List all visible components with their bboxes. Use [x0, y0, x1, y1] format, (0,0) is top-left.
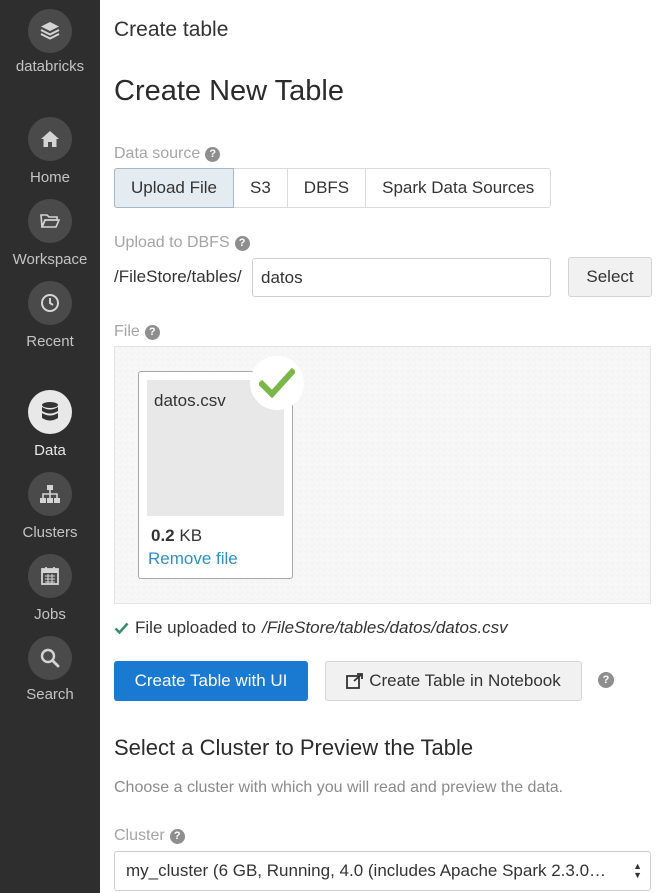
data-source-label-text: Data source: [114, 145, 201, 162]
sidebar-item-search[interactable]: Search: [0, 636, 100, 703]
database-icon: [28, 390, 72, 434]
small-check-icon: [114, 622, 129, 634]
sidebar-item-data[interactable]: Data: [0, 390, 100, 459]
select-button[interactable]: Select: [568, 257, 652, 297]
cluster-section-title: Select a Cluster to Preview the Table: [114, 735, 474, 760]
sidebar-item-home[interactable]: Home: [0, 117, 100, 186]
external-link-icon: [346, 673, 364, 689]
cluster-label: Cluster ?: [114, 827, 185, 845]
brand-label: databricks: [15, 58, 85, 75]
help-icon[interactable]: ?: [598, 672, 614, 688]
calendar-icon: [28, 554, 72, 598]
upload-success-badge: [250, 356, 304, 410]
main-content: Create table Create New Table Data sourc…: [100, 0, 670, 893]
sidebar-item-workspace[interactable]: Workspace: [0, 199, 100, 268]
sidebar-item-label: Search: [26, 686, 74, 703]
sidebar-item-label: Jobs: [34, 606, 66, 623]
sidebar: databricks Home Workspace Recent Data Cl…: [0, 0, 100, 893]
select-arrows-icon: ▲ ▼: [633, 861, 642, 880]
file-name: datos.csv: [154, 391, 226, 410]
sidebar-item-clusters[interactable]: Clusters: [0, 472, 100, 541]
file-size-unit: KB: [179, 526, 203, 545]
help-icon[interactable]: ?: [169, 828, 185, 844]
upload-dbfs-label: Upload to DBFS ?: [114, 234, 250, 252]
cluster-select-value: my_cluster (6 GB, Running, 4.0 (includes…: [126, 861, 607, 880]
folder-icon: [28, 199, 72, 243]
data-source-label: Data source ?: [114, 145, 221, 163]
help-icon[interactable]: ?: [205, 146, 221, 162]
help-icon[interactable]: ?: [234, 235, 250, 251]
sidebar-item-label: Recent: [26, 333, 74, 350]
create-table-ui-button[interactable]: Create Table with UI: [114, 661, 308, 701]
file-label: File ?: [114, 323, 160, 341]
tab-s3[interactable]: S3: [234, 168, 288, 208]
databricks-logo-icon: [28, 9, 72, 53]
sidebar-item-label: Home: [29, 169, 70, 186]
page-title: Create New Table: [114, 75, 344, 107]
clusters-icon: [28, 472, 72, 516]
dbfs-path-input[interactable]: [252, 258, 551, 297]
tab-dbfs[interactable]: DBFS: [287, 168, 367, 208]
sidebar-item-label: Clusters: [22, 524, 78, 541]
sidebar-item-label: Data: [34, 442, 66, 459]
create-table-notebook-button[interactable]: Create Table in Notebook: [325, 661, 582, 701]
remove-file-link[interactable]: Remove file: [148, 549, 238, 569]
file-label-text: File: [114, 323, 140, 340]
tab-spark-data-sources[interactable]: Spark Data Sources: [366, 168, 552, 208]
file-size: 0.2 KB: [151, 526, 202, 546]
home-icon: [28, 117, 72, 161]
dbfs-path-prefix: /FileStore/tables/: [114, 267, 242, 286]
sidebar-item-recent[interactable]: Recent: [0, 281, 100, 350]
file-size-value: 0.2: [151, 526, 175, 545]
checkmark-icon: [259, 368, 295, 398]
create-table-notebook-label: Create Table in Notebook: [369, 671, 561, 690]
cluster-section-description: Choose a cluster with which you will rea…: [114, 779, 564, 796]
upload-status-path: /FileStore/tables/datos/datos.csv: [261, 618, 508, 637]
search-icon: [28, 636, 72, 680]
cluster-select[interactable]: my_cluster (6 GB, Running, 4.0 (includes…: [114, 851, 651, 891]
sidebar-item-label: Workspace: [12, 251, 88, 268]
help-icon[interactable]: ?: [144, 324, 160, 340]
upload-dbfs-label-text: Upload to DBFS: [114, 234, 230, 251]
clock-icon: [28, 281, 72, 325]
cluster-label-text: Cluster: [114, 827, 165, 844]
sidebar-item-jobs[interactable]: Jobs: [0, 554, 100, 623]
upload-status-text: File uploaded to: [135, 618, 256, 637]
tab-upload-file[interactable]: Upload File: [114, 168, 234, 208]
data-source-tabs: Upload File S3 DBFS Spark Data Sources: [114, 168, 552, 208]
upload-status: File uploaded to /FileStore/tables/datos…: [114, 618, 508, 638]
brand-logo[interactable]: databricks: [0, 9, 100, 75]
breadcrumb: Create table: [114, 18, 229, 41]
